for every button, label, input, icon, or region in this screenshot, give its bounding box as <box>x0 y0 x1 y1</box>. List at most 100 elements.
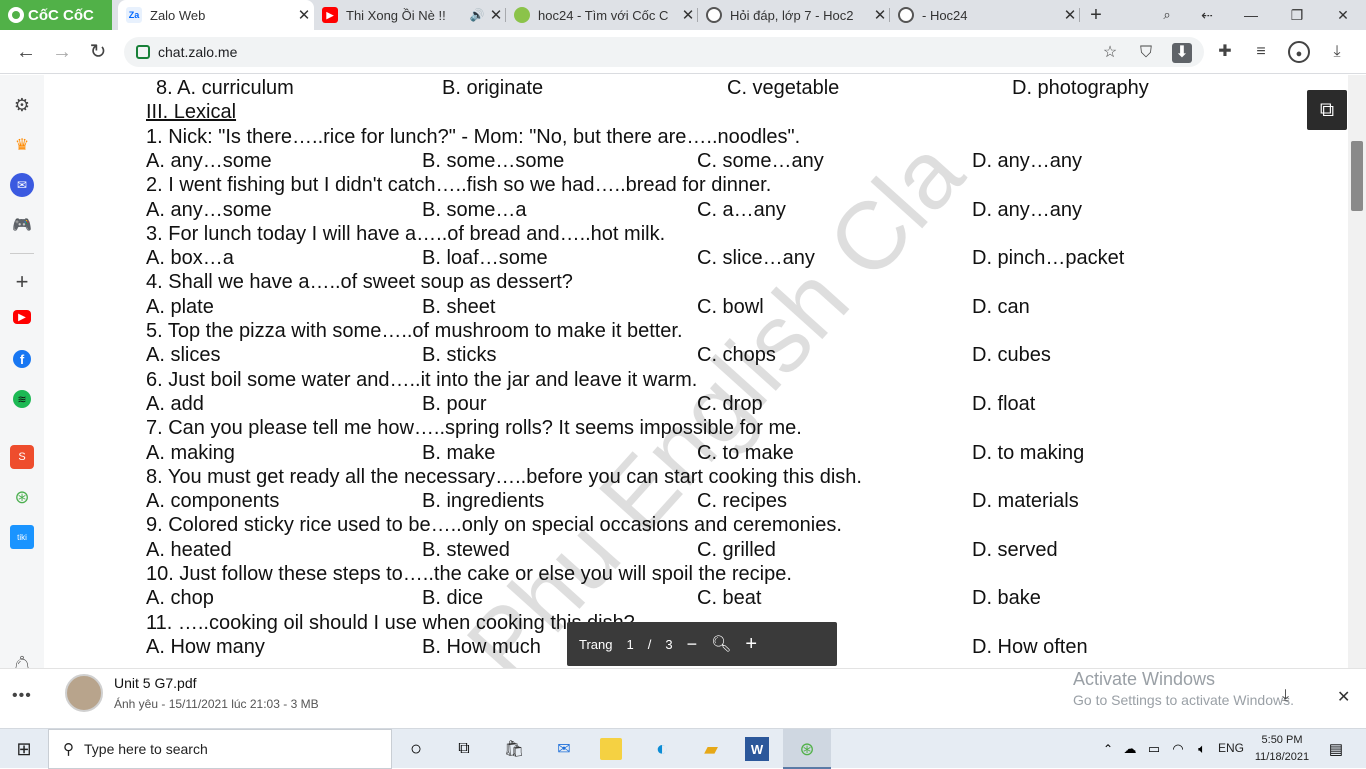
tab-hoc24[interactable]: - Hoc24 ✕ <box>890 0 1080 30</box>
cortana-icon[interactable]: ○ <box>402 735 430 763</box>
restore-icon[interactable]: ❐ <box>1276 0 1318 30</box>
answer-option: C. beat <box>697 587 762 610</box>
page-navigation-bar: Trang 1 / 3 − 🔍︎ + <box>567 622 837 666</box>
clock[interactable]: 5:50 PM 11/18/2021 <box>1252 732 1312 766</box>
windows-start-icon[interactable]: ⊞ <box>10 735 38 763</box>
more-options-icon[interactable]: ••• <box>12 687 32 705</box>
clock-time: 5:50 PM <box>1261 734 1303 746</box>
store-icon[interactable]: 🛍 <box>500 735 528 763</box>
profile-icon[interactable]: ● <box>1288 41 1310 63</box>
back-icon[interactable]: ← <box>12 38 40 66</box>
open-external-button[interactable]: ⧉ <box>1307 90 1347 130</box>
forward-icon[interactable]: → <box>48 38 76 66</box>
bookmark-star-icon[interactable]: ☆ <box>1100 43 1120 63</box>
crown-icon[interactable]: ♛ <box>10 133 34 157</box>
question-text: 7. Can you please tell me how…..spring r… <box>146 417 802 441</box>
answer-option: B. originate <box>442 77 544 99</box>
tab-hoi-dap[interactable]: Hỏi đáp, lớp 7 - Hoc2 ✕ <box>698 0 890 30</box>
shield-icon[interactable]: ⛉ <box>1136 43 1156 63</box>
language-indicator[interactable]: ENG <box>1218 741 1244 755</box>
back-tab-icon[interactable]: ⇠ <box>1186 0 1228 30</box>
answer-option: C. some…any <box>697 149 824 172</box>
answer-option: B. loaf…some <box>422 247 548 270</box>
zoom-out-button[interactable]: − <box>687 634 698 655</box>
close-tab-icon[interactable]: ✕ <box>486 6 506 24</box>
answer-option: B. dice <box>422 587 484 610</box>
mail-icon[interactable]: ✉ <box>550 735 578 763</box>
coccoc-menu-button[interactable]: CốC CốC <box>0 0 112 30</box>
new-tab-button[interactable]: + <box>1084 3 1108 27</box>
minimize-icon[interactable]: — <box>1230 0 1272 30</box>
close-tab-icon[interactable]: ✕ <box>870 6 890 24</box>
answer-option: A. heated <box>146 538 232 561</box>
question-text: 3. For lunch today I will have a…..of br… <box>146 223 665 247</box>
task-view-icon[interactable]: ⧉ <box>450 735 478 763</box>
add-icon[interactable]: + <box>10 269 34 294</box>
sticky-notes-icon[interactable] <box>600 738 622 760</box>
file-meta: Ánh yêu - 15/11/2021 lúc 21:03 - 3 MB <box>114 697 319 711</box>
close-file-icon[interactable]: ✕ <box>1337 687 1350 707</box>
zalo-favicon-icon: Za <box>126 7 142 23</box>
shopee-icon[interactable]: S <box>10 445 34 469</box>
answer-option: C. a…any <box>697 198 786 221</box>
close-tab-icon[interactable]: ✕ <box>294 6 314 24</box>
download-extension-icon[interactable]: ⬇ <box>1172 43 1192 63</box>
zoom-in-button[interactable]: + <box>745 633 757 656</box>
close-tab-icon[interactable]: ✕ <box>1060 6 1080 24</box>
address-bar[interactable]: chat.zalo.me <box>124 37 1204 67</box>
tab-hoc24-search[interactable]: hoc24 - Tìm với Cốc C ✕ <box>506 0 698 30</box>
game-controller-icon[interactable]: 🎮 <box>10 213 34 237</box>
answer-option: D. float <box>972 392 1036 415</box>
edge-icon[interactable]: ◐ <box>648 735 676 763</box>
facebook-icon[interactable]: f <box>13 350 31 368</box>
reload-icon[interactable]: ↻ <box>84 38 112 66</box>
tab-search-icon[interactable]: ⌕ <box>1146 0 1188 30</box>
zoom-icon[interactable]: 🔍︎ <box>711 634 731 654</box>
section-heading: III. Lexical <box>146 101 236 125</box>
download-file-icon[interactable]: ⤓ <box>1282 687 1289 705</box>
question-label: 7. Can you please tell me how…..spring r… <box>146 417 802 440</box>
coccoc-taskbar-icon[interactable]: ⊛ <box>793 735 821 763</box>
tab-youtube[interactable]: ▶ Thi Xong Ồi Nè !! 🔊 ✕ <box>314 0 506 30</box>
file-name[interactable]: Unit 5 G7.pdf <box>114 675 197 691</box>
question-label: 5. Top the pizza with some…..of mushroom… <box>146 320 683 342</box>
messenger-icon[interactable]: ✉ <box>10 173 34 197</box>
answer-option: C. slice…any <box>697 247 815 270</box>
taskbar-search-box[interactable]: ⚲ Type here to search <box>48 729 392 769</box>
answer-option: 8. A. curriculum <box>156 77 294 99</box>
question-text: 4. Shall we have a…..of sweet soup as de… <box>146 271 573 295</box>
windows-taskbar: ⊞ ⚲ Type here to search ○ ⧉ 🛍 ✉ ◐ ▰ W ⊛ … <box>0 728 1366 769</box>
downloads-icon[interactable]: ⤓ <box>1326 41 1348 63</box>
volume-icon[interactable]: 🔈︎ <box>1188 735 1216 763</box>
coccoc-map-icon[interactable]: ⊛ <box>10 485 34 509</box>
youtube-favicon-icon: ▶ <box>322 7 338 23</box>
answer-option: A. plate <box>146 295 214 318</box>
sender-avatar[interactable] <box>65 674 103 712</box>
scrollbar-thumb[interactable] <box>1351 141 1363 211</box>
tab-title: Thi Xong Ồi Nè !! <box>346 7 446 23</box>
word-icon[interactable]: W <box>745 737 769 761</box>
search-icon: ⚲ <box>63 741 74 758</box>
question-label: 2. I went fishing but I didn't catch…..f… <box>146 174 772 197</box>
action-center-icon[interactable]: ▤ <box>1322 735 1350 763</box>
pdf-viewer[interactable]: Phu English Cla 8. A. curriculum B. origi… <box>44 75 1366 668</box>
file-explorer-icon[interactable]: ▰ <box>697 735 725 763</box>
close-window-icon[interactable]: ✕ <box>1322 0 1364 30</box>
spotify-icon[interactable]: ≋ <box>13 390 31 408</box>
tiki-icon[interactable]: tiki <box>10 525 34 549</box>
youtube-icon[interactable]: ▶ <box>13 310 31 324</box>
audio-icon[interactable]: 🔊 <box>468 8 486 22</box>
question-label: 4. Shall we have a…..of sweet soup as de… <box>146 271 573 294</box>
tab-title: Hỏi đáp, lớp 7 - Hoc2 <box>730 7 854 23</box>
tab-zalo-web[interactable]: Za Zalo Web ✕ <box>118 0 314 30</box>
settings-gear-icon[interactable]: ⚙ <box>10 93 34 117</box>
close-tab-icon[interactable]: ✕ <box>678 6 698 24</box>
reading-list-icon[interactable]: ≡ <box>1250 41 1272 63</box>
extensions-icon[interactable]: ✚ <box>1214 41 1236 63</box>
answer-option: D. can <box>972 295 1030 318</box>
answer-option: A. chop <box>146 587 214 610</box>
current-page[interactable]: 1 <box>626 637 633 652</box>
question-label: 3. For lunch today I will have a…..of br… <box>146 222 666 245</box>
question-text: 11. …..cooking oil should I use when coo… <box>146 612 635 636</box>
heading-text: III. Lexical <box>146 101 237 124</box>
